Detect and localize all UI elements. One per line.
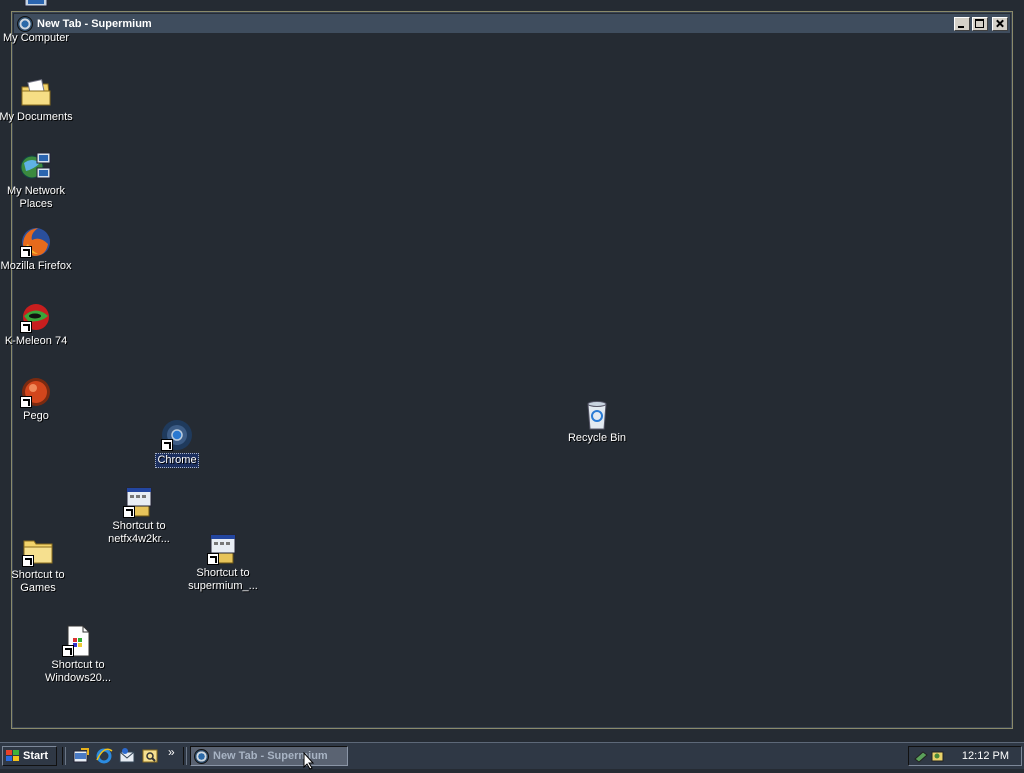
icon-label: Shortcut to Games <box>11 569 65 594</box>
system-tray: 12:12 PM <box>908 746 1022 766</box>
shortcut-arrow-icon <box>207 553 219 565</box>
network-tray-icon[interactable] <box>914 749 928 763</box>
folder-icon <box>22 535 54 567</box>
show-desktop-icon[interactable] <box>72 747 90 765</box>
window-titlebar[interactable]: New Tab - Supermium <box>14 14 1010 33</box>
taskbar: Start » New Tab - Supermium 12:12 PM <box>0 742 1024 769</box>
desktop-icon-my-network-places[interactable]: My Network Places <box>0 151 74 211</box>
icon-label: My Documents <box>0 111 73 123</box>
shortcut-arrow-icon <box>20 396 32 408</box>
icon-label: My Network Places <box>6 185 66 210</box>
windows-logo-icon <box>6 750 20 762</box>
icon-label: Pego <box>23 410 49 422</box>
folder-documents-icon <box>20 77 52 109</box>
desktop-icon-shortcut-windows20[interactable]: Shortcut to Windows20... <box>40 625 116 685</box>
document-icon <box>62 625 94 657</box>
taskbar-separator <box>183 747 187 765</box>
chrome-icon <box>161 419 193 451</box>
desktop-icon-shortcut-supermium[interactable]: Shortcut to supermium_... <box>185 533 261 593</box>
pego-icon <box>20 376 52 408</box>
shortcut-arrow-icon <box>20 321 32 333</box>
supermium-window[interactable]: New Tab - Supermium <box>11 11 1013 729</box>
supermium-app-icon <box>194 748 209 764</box>
quick-launch-more-button[interactable]: » <box>168 745 175 759</box>
desktop-icon-my-computer[interactable]: My Computer <box>0 0 74 45</box>
desktop-icon-pego[interactable]: Pego <box>0 376 74 423</box>
computer-icon <box>20 0 52 30</box>
shortcut-arrow-icon <box>62 645 74 657</box>
desktop-icon-shortcut-games[interactable]: Shortcut to Games <box>0 535 76 595</box>
shortcut-arrow-icon <box>161 439 173 451</box>
internet-explorer-icon[interactable] <box>95 747 113 765</box>
desktop-icon-recycle-bin[interactable]: Recycle Bin <box>559 398 635 445</box>
icon-label: Shortcut to Windows20... <box>44 659 112 684</box>
icon-label: My Computer <box>2 32 70 44</box>
desktop-icon-chrome[interactable]: Chrome <box>139 419 215 468</box>
close-button[interactable] <box>992 16 1008 31</box>
desktop-icon-shortcut-netfx[interactable]: Shortcut to netfx4w2kr... <box>101 486 177 546</box>
installer-icon <box>207 533 239 565</box>
icon-label: Shortcut to supermium_... <box>188 567 258 592</box>
shortcut-arrow-icon <box>20 246 32 258</box>
icon-label: Chrome <box>155 453 199 468</box>
desktop-icon-mozilla-firefox[interactable]: Mozilla Firefox <box>0 226 74 273</box>
start-label: Start <box>23 750 49 762</box>
desktop-icon-my-documents[interactable]: My Documents <box>0 77 74 124</box>
volume-tray-icon[interactable] <box>931 749 945 763</box>
firefox-icon <box>20 226 52 258</box>
icon-label: Recycle Bin <box>567 432 627 444</box>
taskbar-button-supermium[interactable]: New Tab - Supermium <box>190 746 348 766</box>
icon-label: K-Meleon 74 <box>4 335 68 347</box>
clock[interactable]: 12:12 PM <box>962 750 1009 762</box>
shortcut-arrow-icon <box>22 555 34 567</box>
recycle-bin-icon <box>581 398 613 430</box>
icon-label: Mozilla Firefox <box>0 260 72 272</box>
network-icon <box>20 151 52 183</box>
installer-icon <box>123 486 155 518</box>
icon-label: Shortcut to netfx4w2kr... <box>108 520 170 545</box>
outlook-express-icon[interactable] <box>118 747 136 765</box>
search-icon[interactable] <box>141 747 159 765</box>
maximize-button[interactable] <box>972 16 988 31</box>
k-meleon-icon <box>20 301 52 333</box>
minimize-button[interactable] <box>954 16 970 31</box>
desktop-icon-k-meleon[interactable]: K-Meleon 74 <box>0 301 74 348</box>
shortcut-arrow-icon <box>123 506 135 518</box>
start-button[interactable]: Start <box>2 746 57 766</box>
taskbar-separator <box>62 747 66 765</box>
